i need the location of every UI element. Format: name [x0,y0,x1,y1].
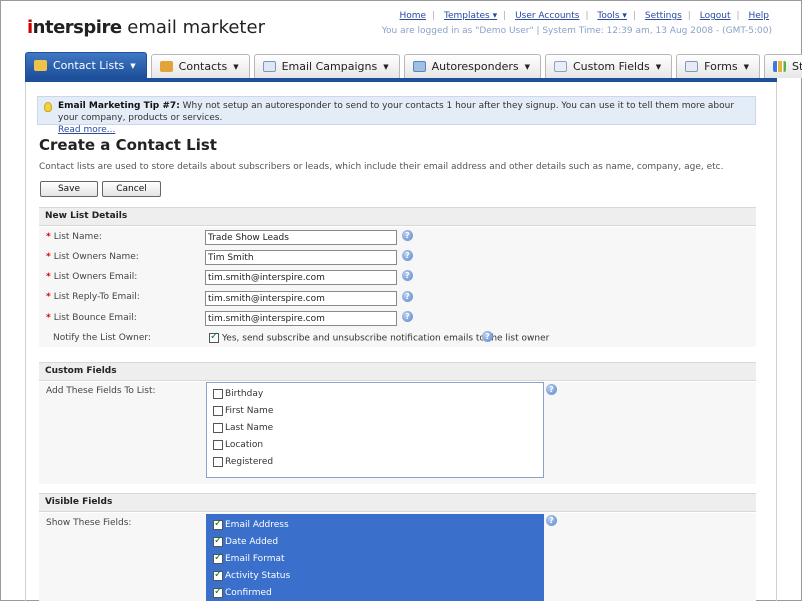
show-fields-label: Show These Fields: [46,518,132,528]
settings-link[interactable]: Settings [645,11,682,21]
logo-suffix: email marketer [121,17,265,38]
forms-icon [685,61,699,72]
field-checkbox[interactable] [213,439,223,450]
list-item[interactable]: Activity Status [207,567,543,584]
list-reply-to-email-field[interactable] [205,291,397,306]
autoresponders-icon [412,61,426,72]
tab-forms[interactable]: Forms ▼ [676,54,760,78]
tab-contacts[interactable]: Contacts ▼ [150,54,250,78]
field-checkbox[interactable] [213,456,223,467]
notify-owner-label: Notify the List Owner: [53,333,151,343]
list-bounce-email-label: * List Bounce Email: [46,313,137,323]
field-checkbox[interactable] [213,405,223,416]
help-icon[interactable]: ? [546,515,557,526]
save-button[interactable]: Save [40,181,98,197]
stats-icon [773,61,786,72]
tip-title: Email Marketing Tip #7: [58,101,180,111]
page-title: Create a Contact List [39,136,217,154]
list-item[interactable]: Confirmed [207,584,543,601]
tab-contact-lists[interactable]: Contact Lists ▼ [25,52,147,78]
field-checkbox[interactable] [213,586,223,598]
contact-lists-icon [34,60,47,71]
top-nav: Home | Templates ▾ | User Accounts | Tools … [399,11,769,21]
tab-email-campaigns[interactable]: Email Campaigns ▼ [253,54,400,78]
list-item[interactable]: Registered [207,453,543,470]
tab-stats[interactable]: Stats▼ [764,54,802,78]
help-icon[interactable]: ? [546,384,557,395]
lightbulb-icon [44,102,52,112]
list-item[interactable]: Email Format [207,550,543,567]
tools-link[interactable]: Tools ▾ [597,11,627,21]
list-item[interactable]: Birthday [207,385,543,402]
field-checkbox[interactable] [213,535,223,547]
list-item[interactable]: Date Added [207,533,543,550]
help-icon[interactable]: ? [402,230,413,241]
list-owners-email-field[interactable] [205,270,397,285]
list-reply-to-email-label: * List Reply-To Email: [46,292,140,302]
list-item[interactable]: Last Name [207,419,543,436]
page-intro: Contact lists are used to store details … [39,162,724,172]
custom-fields-listbox[interactable]: Birthday First Name Last Name Location R… [206,382,544,478]
notify-owner-checkbox[interactable] [209,331,219,343]
list-item[interactable]: Email Address [207,516,543,533]
list-item[interactable]: Location [207,436,543,453]
notify-owner-option: Yes, send subscribe and unsubscribe noti… [209,331,549,344]
help-icon[interactable]: ? [402,291,413,302]
field-checkbox[interactable] [213,422,223,433]
list-owners-name-field[interactable] [205,250,397,265]
visible-fields-listbox[interactable]: Email Address Date Added Email Format Ac… [206,514,544,601]
contacts-icon [159,61,173,72]
list-owners-email-label: * List Owners Email: [46,272,138,282]
help-icon[interactable]: ? [402,311,413,322]
add-fields-label: Add These Fields To List: [46,386,156,396]
list-owners-name-label: * List Owners Name: [46,252,139,262]
custom-fields-heading: Custom Fields [39,362,756,381]
logo-brand: interspire [27,17,122,38]
user-accounts-link[interactable]: User Accounts [515,11,579,21]
custom-fields-icon [554,61,567,72]
read-more-link[interactable]: Read more... [58,125,115,135]
tab-custom-fields[interactable]: Custom Fields ▼ [545,54,673,78]
templates-link[interactable]: Templates ▾ [444,11,497,21]
visible-fields-heading: Visible Fields [39,493,756,512]
help-icon[interactable]: ? [482,331,493,342]
list-item[interactable]: First Name [207,402,543,419]
user-info: You are logged in as "Demo User" | Syste… [381,26,772,36]
tip-box: Email Marketing Tip #7: Why not setup an… [37,96,756,135]
logout-link[interactable]: Logout [700,11,731,21]
home-link[interactable]: Home [399,11,426,21]
tab-autoresponders[interactable]: Autoresponders ▼ [403,54,541,78]
main-tabs: Contact Lists ▼ Contacts ▼ Email Campaigns… [25,52,802,78]
email-campaigns-icon [262,61,276,72]
help-icon[interactable]: ? [402,250,413,261]
cancel-button[interactable]: Cancel [102,181,161,197]
help-icon[interactable]: ? [402,270,413,281]
field-checkbox[interactable] [213,518,223,530]
list-name-label: * List Name: [46,232,102,242]
field-checkbox[interactable] [213,552,223,564]
app-logo: interspire email marketer [27,17,265,38]
help-link[interactable]: Help [748,11,769,21]
field-checkbox[interactable] [213,388,223,399]
new-list-section [39,227,756,347]
list-name-field[interactable] [205,230,397,245]
field-checkbox[interactable] [213,569,223,581]
list-bounce-email-field[interactable] [205,311,397,326]
new-list-heading: New List Details [39,207,756,226]
